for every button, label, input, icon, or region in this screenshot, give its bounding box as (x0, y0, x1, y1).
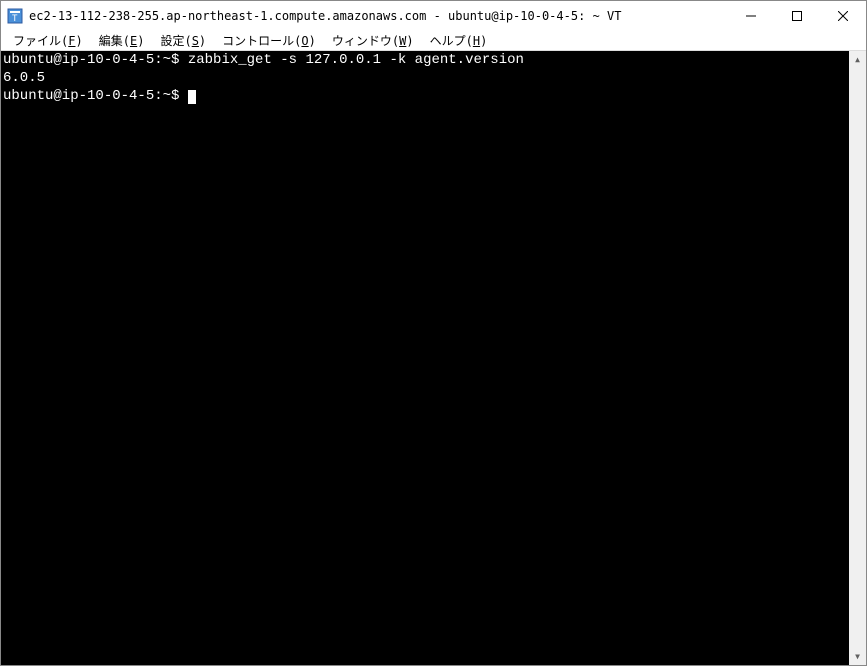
window-title: ec2-13-112-238-255.ap-northeast-1.comput… (29, 9, 728, 23)
maximize-button[interactable] (774, 1, 820, 31)
menu-help[interactable]: ヘルプ(H) (422, 30, 496, 51)
minimize-button[interactable] (728, 1, 774, 31)
scrollbar[interactable]: ▲ ▼ (849, 51, 866, 665)
terminal-line: ubuntu@ip-10-0-4-5:~$ zabbix_get -s 127.… (3, 51, 847, 69)
terminal[interactable]: ubuntu@ip-10-0-4-5:~$ zabbix_get -s 127.… (1, 51, 849, 665)
window-controls (728, 1, 866, 31)
terminal-output: 6.0.5 (3, 69, 847, 87)
menu-setup[interactable]: 設定(S) (152, 30, 214, 51)
menu-edit[interactable]: 編集(E) (91, 30, 153, 51)
titlebar: T ec2-13-112-238-255.ap-northeast-1.comp… (1, 1, 866, 31)
app-window: T ec2-13-112-238-255.ap-northeast-1.comp… (0, 0, 867, 666)
app-icon: T (7, 8, 23, 24)
close-button[interactable] (820, 1, 866, 31)
menu-control[interactable]: コントロール(O) (214, 30, 324, 51)
scroll-down-button[interactable]: ▼ (849, 648, 866, 665)
terminal-wrapper: ubuntu@ip-10-0-4-5:~$ zabbix_get -s 127.… (1, 51, 866, 665)
terminal-prompt: ubuntu@ip-10-0-4-5:~$ (3, 87, 847, 105)
scroll-track[interactable] (849, 68, 866, 648)
scroll-up-button[interactable]: ▲ (849, 51, 866, 68)
cursor-icon (188, 90, 196, 104)
menu-file[interactable]: ファイル(F) (5, 30, 91, 51)
menu-window[interactable]: ウィンドウ(W) (324, 30, 422, 51)
menubar: ファイル(F) 編集(E) 設定(S) コントロール(O) ウィンドウ(W) ヘ… (1, 31, 866, 51)
svg-text:T: T (12, 13, 18, 23)
